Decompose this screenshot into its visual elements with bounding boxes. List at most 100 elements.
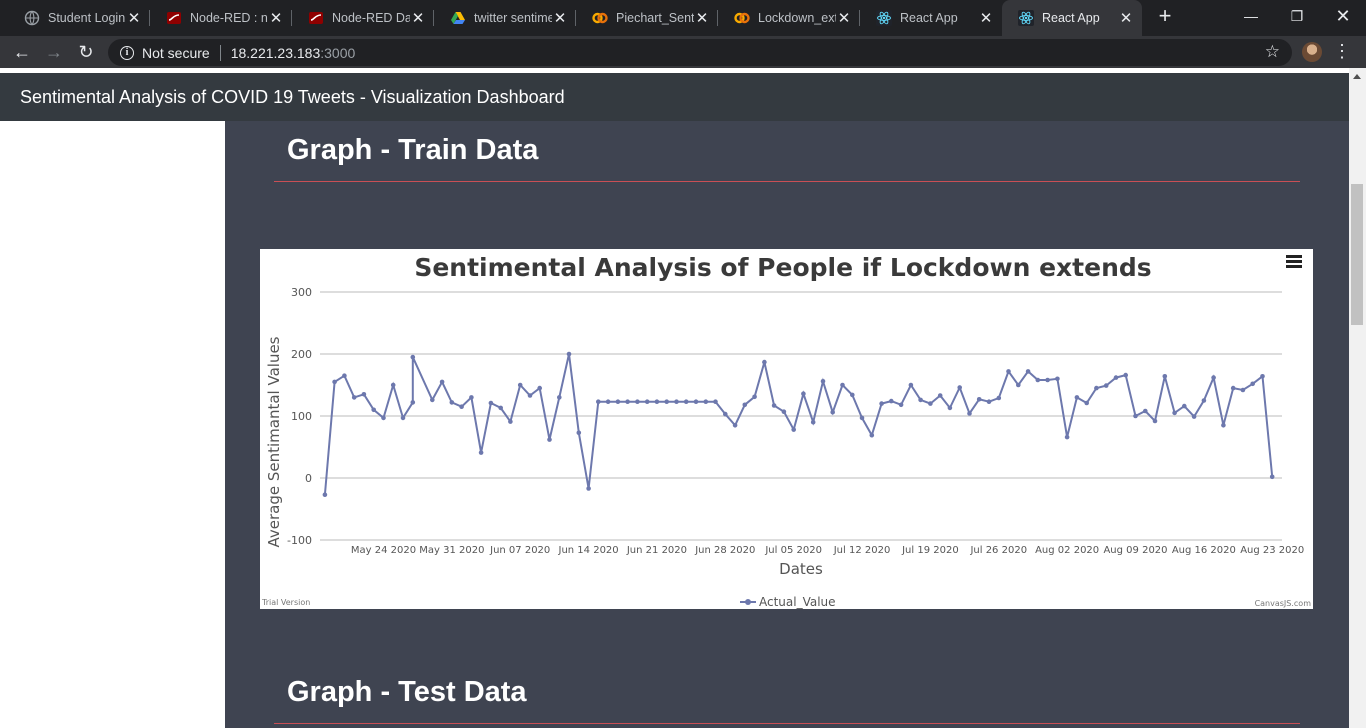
data-point xyxy=(1211,375,1216,380)
close-window-button[interactable]: ✕ xyxy=(1320,0,1366,32)
data-point xyxy=(1250,381,1255,387)
x-tick-label: Jun 07 2020 xyxy=(489,545,550,556)
address-bar[interactable]: i Not secure 18.221.23.183:3000 ☆ xyxy=(108,39,1292,66)
restore-button[interactable]: ❐ xyxy=(1274,0,1320,32)
x-tick-label: Jul 26 2020 xyxy=(969,545,1027,556)
data-point xyxy=(1230,385,1236,391)
x-tick-label: Jul 05 2020 xyxy=(764,545,822,556)
data-point xyxy=(332,379,337,385)
test-data-title: Graph - Test Data xyxy=(287,676,527,708)
url-host: 18.221.23.183 xyxy=(230,44,321,61)
data-point xyxy=(771,403,777,408)
close-tab-icon[interactable]: ✕ xyxy=(552,9,568,27)
data-point xyxy=(439,379,445,385)
minimize-button[interactable]: — xyxy=(1228,0,1274,32)
data-point xyxy=(830,410,835,415)
y-tick-label: -100 xyxy=(287,534,312,547)
data-point xyxy=(596,399,601,404)
chrome-menu-icon[interactable]: ⋮ xyxy=(1333,40,1351,64)
react-icon xyxy=(1018,10,1034,26)
new-tab-button[interactable]: + xyxy=(1155,5,1175,27)
canvasjs-credit[interactable]: CanvasJS.com xyxy=(1255,599,1312,608)
node-red-icon xyxy=(167,12,181,24)
forward-button[interactable]: → xyxy=(42,40,66,64)
data-point xyxy=(703,399,709,404)
data-point xyxy=(1152,418,1158,424)
tab-student-login[interactable]: Student Login ✕ xyxy=(8,4,150,32)
data-point xyxy=(1103,383,1109,388)
data-point xyxy=(996,395,1002,401)
tab-node-red[interactable]: Node-RED : node ✕ xyxy=(150,4,292,32)
data-point xyxy=(752,394,757,400)
close-tab-icon[interactable]: ✕ xyxy=(836,9,852,27)
tab-title: React App xyxy=(1042,11,1100,25)
data-point xyxy=(410,354,416,360)
close-tab-icon[interactable]: ✕ xyxy=(410,9,426,27)
data-point xyxy=(898,402,904,408)
tab-lockdown-extends[interactable]: Lockdown_extends ✕ xyxy=(718,4,860,32)
x-axis-label: Dates xyxy=(779,560,823,578)
data-point xyxy=(1182,403,1187,409)
address-divider xyxy=(219,44,221,61)
x-tick-label: Jun 28 2020 xyxy=(694,545,755,556)
data-point xyxy=(1055,376,1060,382)
google-drive-icon xyxy=(451,12,465,24)
x-tick-label: May 24 2020 xyxy=(351,545,416,556)
data-point xyxy=(449,400,455,405)
page-viewport: Sentimental Analysis of COVID 19 Tweets … xyxy=(0,68,1349,728)
data-point xyxy=(547,437,552,442)
line-chart-svg: Sentimental Analysis of People if Lockdo… xyxy=(261,253,1312,609)
y-tick-label: 0 xyxy=(305,472,312,485)
data-point xyxy=(371,407,376,413)
data-point xyxy=(1201,398,1207,403)
data-point xyxy=(869,432,875,438)
close-tab-icon[interactable]: ✕ xyxy=(126,9,142,27)
tab-piechart-sentiment[interactable]: Piechart_Sentiment ✕ xyxy=(576,4,718,32)
data-point xyxy=(820,379,826,384)
data-point xyxy=(859,415,865,421)
data-point xyxy=(410,400,416,405)
data-point xyxy=(390,382,396,388)
data-point xyxy=(342,373,347,378)
scrollbar-thumb[interactable] xyxy=(1351,184,1363,325)
y-axis-label: Average Sentimantal Values xyxy=(265,336,283,547)
data-point xyxy=(1269,474,1275,480)
data-point xyxy=(1035,377,1041,383)
reload-button[interactable]: ↻ xyxy=(74,40,98,64)
tab-react-app[interactable]: React App ✕ xyxy=(860,4,1002,32)
data-point xyxy=(635,399,640,404)
x-tick-label: Jun 21 2020 xyxy=(626,545,687,556)
page-scrollbar[interactable] xyxy=(1349,68,1366,728)
section-divider xyxy=(274,181,1300,182)
data-point xyxy=(586,486,591,491)
data-point xyxy=(625,399,630,404)
tab-react-app-active[interactable]: React App ✕ xyxy=(1002,0,1142,36)
tab-twitter-sentiment[interactable]: twitter sentiment ✕ xyxy=(434,4,576,32)
data-point xyxy=(723,411,728,417)
data-point xyxy=(361,392,367,397)
app-brand[interactable]: Sentimental Analysis of COVID 19 Tweets … xyxy=(20,87,565,108)
section-divider xyxy=(274,723,1300,724)
avatar[interactable] xyxy=(1302,42,1322,62)
data-point xyxy=(976,397,982,402)
data-point xyxy=(1113,375,1119,380)
chart-legend[interactable]: Actual_Value xyxy=(740,595,836,609)
data-point xyxy=(517,382,523,388)
data-point xyxy=(1045,377,1050,383)
data-point xyxy=(986,399,992,404)
data-point xyxy=(654,399,660,404)
close-tab-icon[interactable]: ✕ xyxy=(694,9,710,27)
info-icon[interactable]: i xyxy=(120,45,134,60)
tab-title: Piechart_Sentiment xyxy=(616,11,694,25)
tab-node-red-dashboard[interactable]: Node-RED Dashboard ✕ xyxy=(292,4,434,32)
data-point xyxy=(1133,413,1138,419)
back-button[interactable]: ← xyxy=(10,40,34,64)
scroll-up-arrow-icon[interactable] xyxy=(1353,74,1361,79)
close-tab-icon[interactable]: ✕ xyxy=(268,9,284,27)
close-tab-icon[interactable]: ✕ xyxy=(1118,9,1134,27)
close-tab-icon[interactable]: ✕ xyxy=(978,9,994,27)
chart-menu-icon[interactable] xyxy=(1286,255,1302,269)
browser-toolbar: ← → ↻ i Not secure 18.221.23.183:3000 ☆ xyxy=(0,36,1366,68)
bookmark-star-icon[interactable]: ☆ xyxy=(1265,42,1280,62)
data-point xyxy=(557,395,562,400)
